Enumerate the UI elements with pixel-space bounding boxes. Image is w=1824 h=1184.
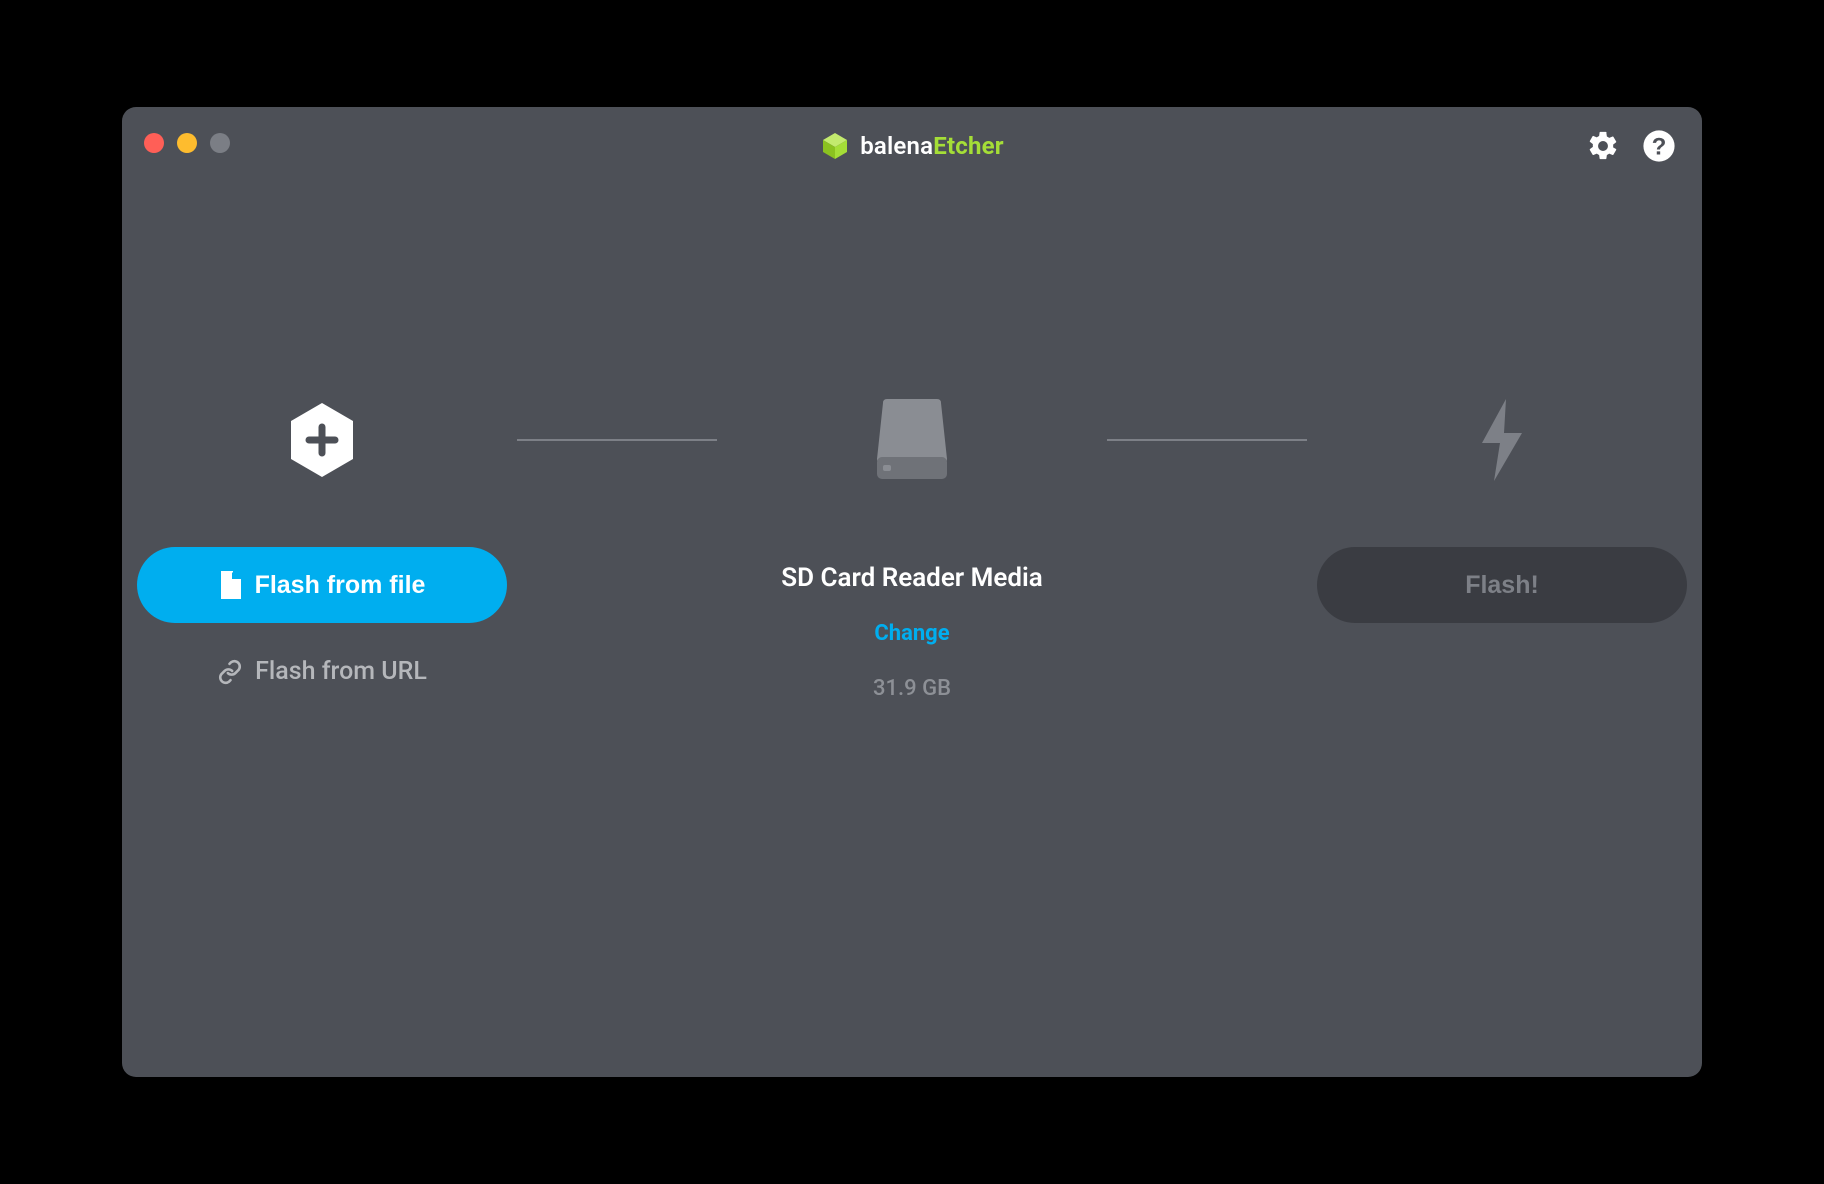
flash-from-file-button[interactable]: Flash from file — [137, 547, 507, 623]
connector-line — [1107, 439, 1307, 441]
settings-button[interactable] — [1586, 129, 1620, 163]
target-size: 31.9 GB — [873, 676, 951, 701]
flash-button[interactable]: Flash! — [1317, 547, 1687, 623]
flash-from-url-button[interactable]: Flash from URL — [217, 657, 427, 686]
flash-from-file-label: Flash from file — [255, 571, 426, 600]
target-name: SD Card Reader Media — [781, 563, 1042, 593]
maximize-window-button[interactable] — [210, 133, 230, 153]
steps-row: Flash from file Flash from URL — [127, 395, 1697, 701]
header-actions: ? — [1586, 129, 1676, 163]
change-target-button[interactable]: Change — [874, 621, 949, 646]
window-controls — [144, 133, 230, 153]
cube-logo-icon — [820, 131, 850, 161]
link-icon — [217, 659, 243, 685]
app-window: balenaEtcher ? — [122, 107, 1702, 1077]
minimize-window-button[interactable] — [177, 133, 197, 153]
gear-icon — [1586, 129, 1620, 163]
drive-icon — [873, 397, 951, 483]
flash-button-label: Flash! — [1465, 571, 1539, 600]
titlebar: balenaEtcher ? — [122, 107, 1702, 185]
flash-icon — [1476, 397, 1528, 483]
step-flash: Flash! — [1307, 395, 1697, 623]
svg-text:?: ? — [1652, 134, 1667, 161]
connector-line — [517, 439, 717, 441]
connector-2 — [1107, 395, 1307, 485]
step-source: Flash from file Flash from URL — [127, 395, 517, 686]
app-title: balenaEtcher — [860, 132, 1004, 160]
main-content: Flash from file Flash from URL — [122, 185, 1702, 1077]
app-brand: balenaEtcher — [820, 131, 1004, 161]
flash-from-url-label: Flash from URL — [255, 657, 427, 686]
file-icon — [219, 571, 241, 599]
add-source-icon — [287, 401, 357, 479]
close-window-button[interactable] — [144, 133, 164, 153]
help-icon: ? — [1642, 129, 1676, 163]
connector-1 — [517, 395, 717, 485]
step-target: SD Card Reader Media Change 31.9 GB — [717, 395, 1107, 701]
help-button[interactable]: ? — [1642, 129, 1676, 163]
